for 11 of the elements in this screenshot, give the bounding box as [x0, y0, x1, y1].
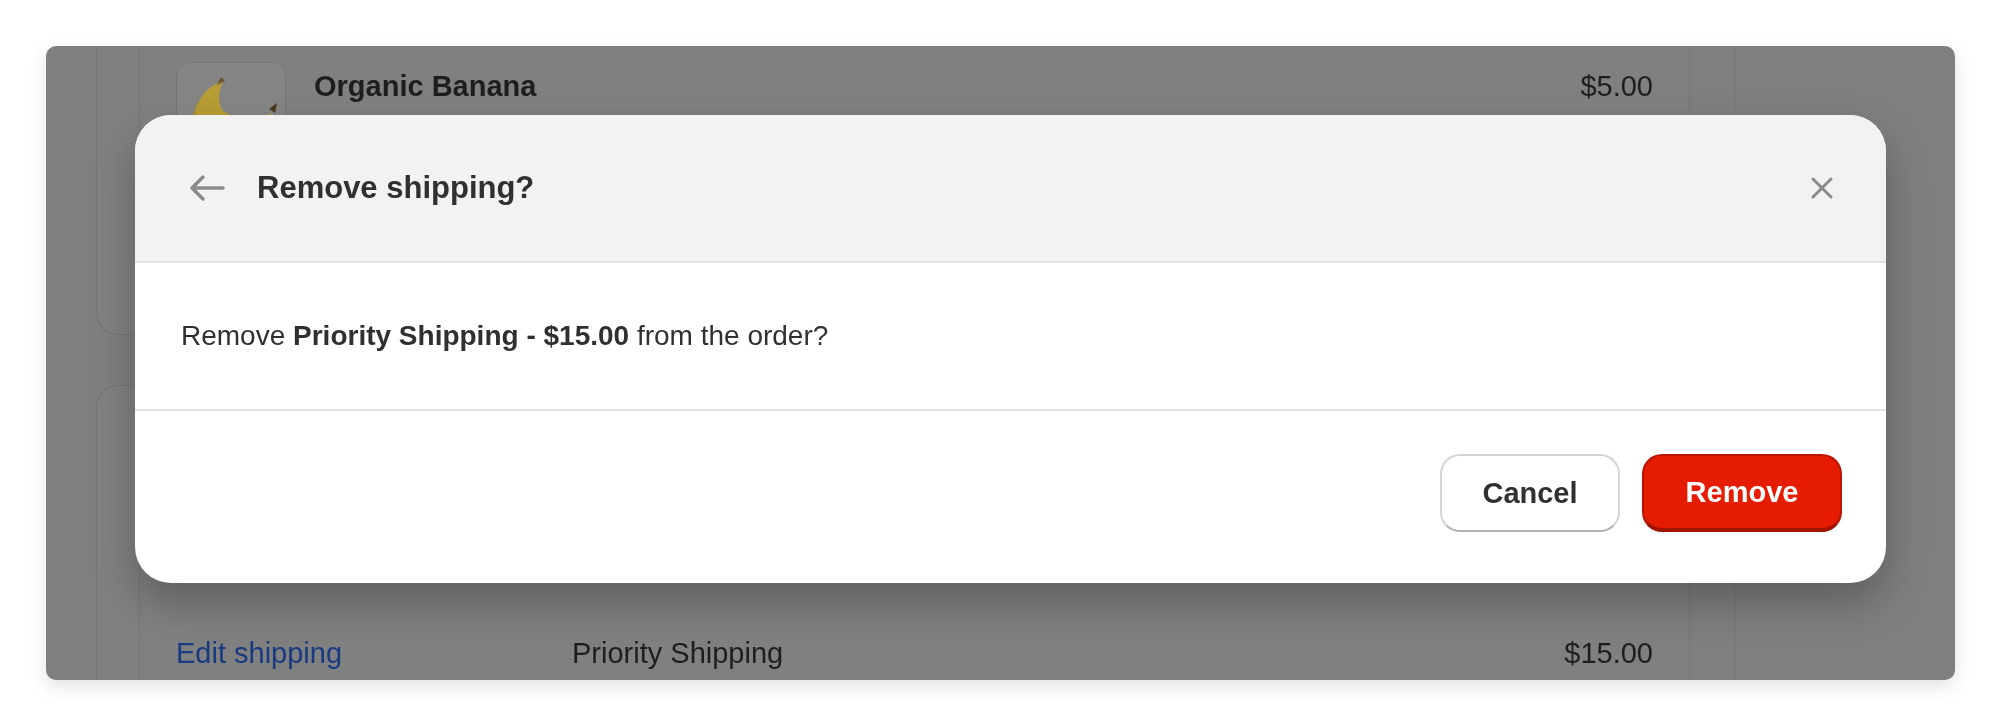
cancel-button[interactable]: Cancel: [1440, 454, 1620, 532]
edit-shipping-link[interactable]: Edit shipping: [176, 637, 572, 670]
shipping-price: $15.00: [1564, 637, 1653, 670]
product-name: Organic Banana: [314, 70, 537, 103]
shipping-method: Priority Shipping: [572, 637, 784, 670]
back-arrow-icon[interactable]: [187, 173, 227, 203]
product-price: $5.00: [1580, 70, 1653, 103]
dialog-title: Remove shipping?: [257, 170, 535, 206]
remove-button[interactable]: Remove: [1642, 454, 1842, 532]
confirmation-message: Remove Priority Shipping - $15.00 from the order?: [181, 320, 829, 352]
close-icon[interactable]: [1810, 176, 1834, 200]
